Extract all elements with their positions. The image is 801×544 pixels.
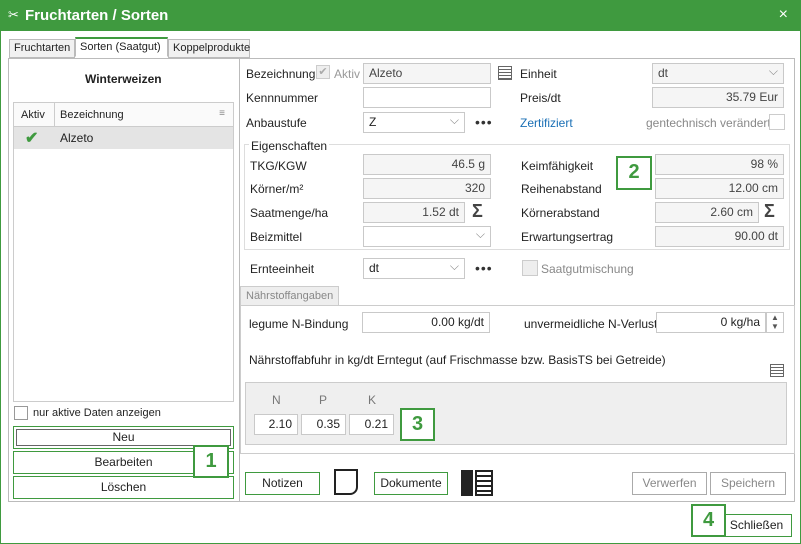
npk-header-k: K [368, 393, 377, 407]
ernteeinheit-select[interactable]: dt [363, 258, 465, 279]
list-item-label: Alzeto [60, 131, 94, 145]
eigenschaften-label: Eigenschaften [249, 139, 330, 153]
einheit-label: Einheit [520, 67, 557, 81]
npk-value-p[interactable]: 0.35 [301, 414, 346, 435]
einheit-select[interactable]: dt [652, 63, 784, 84]
sort-icon[interactable]: ≡ [219, 108, 225, 119]
speichern-button[interactable]: Speichern [710, 472, 786, 495]
keim-field[interactable]: 98 % [655, 154, 784, 175]
tkg-label: TKG/KGW [250, 159, 307, 173]
reihen-label: Reihenabstand [521, 182, 602, 196]
close-icon[interactable]: × [779, 6, 788, 24]
gentech-label: gentechnisch verändert [646, 116, 771, 130]
notizen-button[interactable]: Notizen [245, 472, 320, 495]
group-title: Winterweizen [85, 72, 162, 86]
tab-naehrstoffangaben[interactable]: Nährstoffangaben [240, 286, 339, 306]
check-icon: ✔ [25, 130, 39, 147]
koerner-label: Körner/m² [250, 182, 304, 196]
dialog-window: ✂ Fruchtarten / Sorten × Fruchtarten Sor… [0, 0, 801, 544]
callout-badge-2: 2 [616, 156, 652, 190]
callout-badge-4: 4 [691, 504, 726, 537]
preis-field[interactable]: 35.79 Eur [652, 87, 784, 108]
reihen-field[interactable]: 12.00 cm [655, 178, 784, 199]
callout-badge-1: 1 [193, 445, 229, 478]
col-aktiv[interactable]: Aktiv [21, 109, 45, 121]
anbaustufe-select[interactable]: Z [363, 112, 465, 133]
verluste-label: unvermeidliche N-Verluste [524, 317, 665, 331]
sigma-icon-2[interactable]: Σ [764, 201, 775, 222]
legume-field[interactable]: 0.00 kg/dt [362, 312, 490, 333]
plant-icon: ✂ [8, 7, 19, 22]
saatmenge-label: Saatmenge/ha [250, 206, 329, 220]
dokumente-button[interactable]: Dokumente [374, 472, 448, 495]
sigma-icon[interactable]: Σ [472, 201, 483, 222]
verluste-spinner[interactable]: ▲ ▼ [766, 312, 784, 333]
kennnummer-field[interactable] [363, 87, 491, 108]
abfuhr-label: Nährstoffabfuhr in kg/dt Erntegut (auf F… [249, 353, 666, 367]
delete-button[interactable]: Löschen [13, 476, 234, 499]
tkg-field[interactable]: 46.5 g [363, 154, 491, 175]
keim-label: Keimfähigkeit [521, 159, 594, 173]
list-item[interactable]: ✔ Alzeto [14, 127, 233, 149]
aktiv-label: Aktiv [334, 67, 361, 81]
saatgut-checkbox[interactable] [522, 260, 538, 276]
callout-badge-3: 3 [400, 408, 435, 441]
only-active-label: nur aktive Daten anzeigen [33, 407, 161, 419]
erwartung-label: Erwartungsertrag [521, 230, 614, 244]
koernerabstand-label: Körnerabstand [521, 206, 600, 220]
saatmenge-field[interactable]: 1.52 dt [363, 202, 465, 223]
ernteeinheit-more-button[interactable]: ••• [475, 260, 493, 276]
schliessen-button[interactable]: Schließen [721, 514, 792, 537]
anbaustufe-more-button[interactable]: ••• [475, 114, 493, 130]
verwerfen-button[interactable]: Verwerfen [632, 472, 707, 495]
col-bezeichnung[interactable]: Bezeichnung [60, 109, 124, 121]
title-bar: ✂ Fruchtarten / Sorten × [1, 1, 800, 31]
ernteeinheit-label: Ernteeinheit [250, 262, 315, 276]
erwartung-field[interactable]: 90.00 dt [655, 226, 784, 247]
zertifiziert-link[interactable]: Zertifiziert [520, 116, 573, 130]
beizmittel-select[interactable] [363, 226, 491, 247]
saatgut-label: Saatgutmischung [541, 262, 634, 276]
bezeichnung-field[interactable]: Alzeto [363, 63, 491, 84]
npk-header-n: N [272, 393, 281, 407]
window-title: Fruchtarten / Sorten [25, 7, 169, 24]
legume-label: legume N-Bindung [249, 317, 349, 331]
gentech-checkbox[interactable] [769, 114, 785, 130]
anbaustufe-label: Anbaustufe [246, 116, 307, 130]
koerner-field[interactable]: 320 [363, 178, 491, 199]
npk-header-p: P [319, 393, 328, 407]
bezeichnung-label: Bezeichnung [246, 67, 316, 81]
list-icon[interactable] [498, 66, 512, 80]
kennnummer-label: Kennnummer [246, 91, 319, 105]
beizmittel-label: Beizmittel [250, 230, 303, 244]
aktiv-checkbox[interactable]: ✔ [316, 65, 330, 79]
koernerabstand-field[interactable]: 2.60 cm [655, 202, 759, 223]
npk-value-n[interactable]: 2.10 [254, 414, 298, 435]
tab-koppelprodukte[interactable]: Koppelprodukte [168, 39, 250, 58]
variety-list: Aktiv Bezeichnung ≡ ✔ Alzeto [13, 102, 234, 402]
verluste-field[interactable]: 0 kg/ha [656, 312, 766, 333]
tab-sorten[interactable]: Sorten (Saatgut) [75, 37, 168, 57]
book-icon[interactable] [461, 470, 493, 496]
tab-fruchtarten[interactable]: Fruchtarten [9, 39, 75, 58]
only-active-checkbox[interactable] [14, 406, 28, 420]
note-icon[interactable] [334, 469, 358, 495]
preis-label: Preis/dt [520, 91, 561, 105]
table-settings-icon[interactable] [770, 364, 784, 377]
list-header: Aktiv Bezeichnung ≡ [14, 103, 233, 127]
npk-value-k[interactable]: 0.21 [349, 414, 394, 435]
